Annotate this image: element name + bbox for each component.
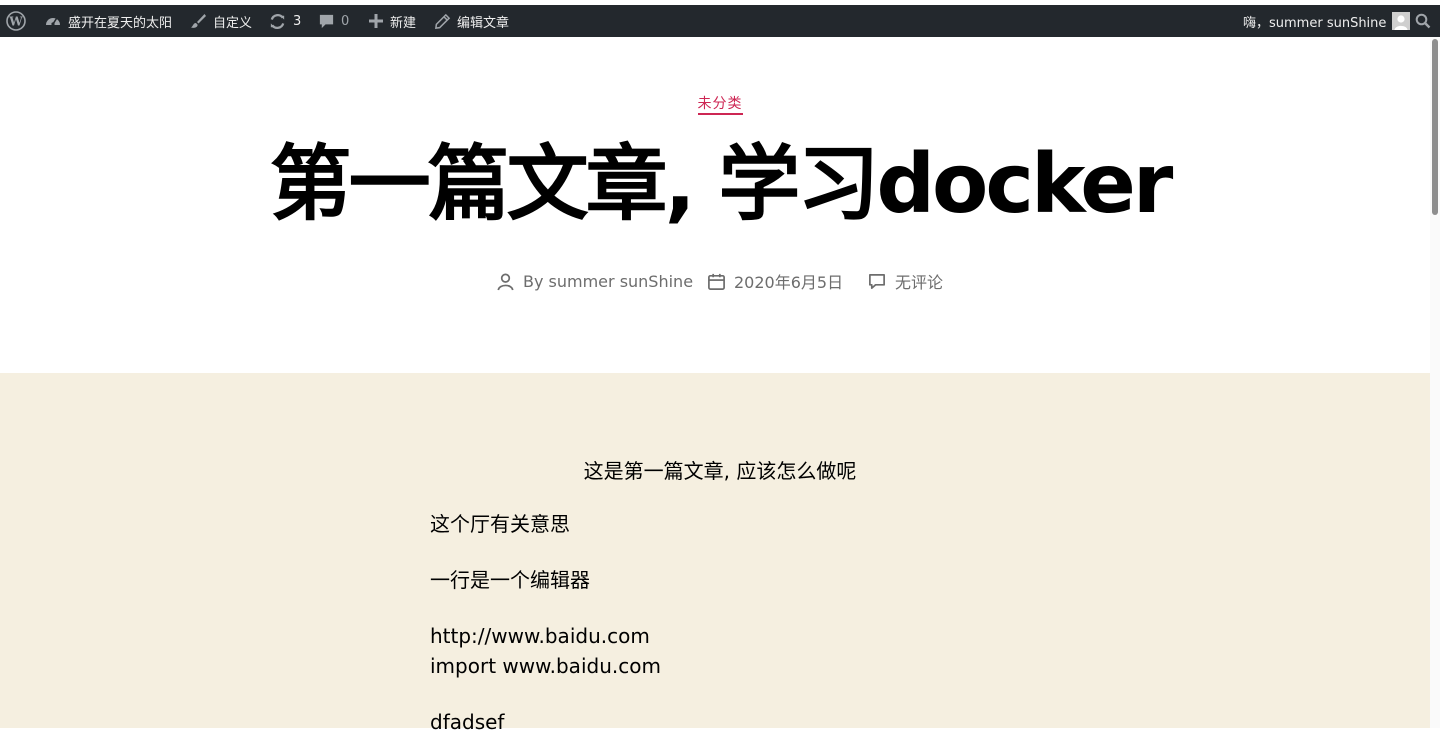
avatar [1392, 12, 1411, 30]
content-paragraph: 这个厅有关意思 [430, 512, 570, 536]
entry-content: 这是第一篇文章, 应该怎么做呢 这个厅有关意思 一行是一个编辑器 http://… [0, 373, 1438, 734]
comment-icon [318, 13, 335, 30]
category-link-wrap: 未分类 [0, 93, 1440, 115]
edit-post-label: 编辑文章 [457, 15, 510, 31]
plus-icon [368, 13, 384, 29]
post-author-link[interactable]: By summer sunShine [523, 272, 693, 291]
pencil-icon [434, 13, 451, 30]
customize-label: 自定义 [213, 15, 253, 31]
entry-header: 未分类 第一篇文章, 学习docker By summer sunShine 2… [0, 37, 1430, 373]
updates-link[interactable]: 3 [268, 5, 301, 37]
wordpress-icon: W [6, 11, 26, 31]
updates-count: 3 [293, 13, 302, 29]
search-button[interactable] [1415, 5, 1431, 37]
content-paragraph: http://www.baidu.com import www.baidu.co… [430, 621, 661, 681]
content-center-paragraph: 这是第一篇文章, 应该怎么做呢 [583, 459, 857, 483]
search-icon [1415, 13, 1431, 29]
comments-count: 0 [341, 13, 350, 29]
edit-post-link[interactable]: 编辑文章 [434, 5, 509, 37]
customize-link[interactable]: 自定义 [189, 5, 252, 37]
site-name-link[interactable]: 盛开在夏天的太阳 [44, 5, 172, 37]
category-link[interactable]: 未分类 [697, 96, 743, 115]
post-date-link[interactable]: 2020年6月5日 [734, 269, 843, 293]
post-date: 2020年6月5日 [707, 269, 843, 293]
brush-icon [189, 12, 207, 30]
content-import-line: import www.baidu.com [430, 654, 661, 678]
content-paragraph: 一行是一个编辑器 [430, 568, 590, 592]
dashboard-icon [44, 12, 62, 30]
site-name-label: 盛开在夏天的太阳 [68, 15, 173, 31]
wordpress-logo-button[interactable]: W [6, 5, 30, 37]
post-comments: 无评论 [867, 269, 943, 293]
admin-bar: W 盛开在夏天的太阳 自定义 3 0 新建 编辑文章 嗨，summer sunS… [0, 5, 1440, 37]
post-comments-link[interactable]: 无评论 [895, 269, 943, 293]
greeting-label: 嗨，summer sunShine [1243, 15, 1387, 31]
new-label: 新建 [390, 15, 417, 31]
content-link-line: http://www.baidu.com [430, 624, 650, 648]
comment-outline-icon [867, 272, 887, 291]
updates-icon [268, 12, 287, 31]
person-icon [496, 272, 515, 291]
calendar-icon [707, 272, 726, 291]
scrollbar-thumb[interactable] [1432, 39, 1438, 215]
comments-link[interactable]: 0 [318, 5, 349, 37]
content-paragraph: dfadsef [430, 710, 505, 734]
new-content-link[interactable]: 新建 [368, 5, 416, 37]
my-account-link[interactable]: 嗨，summer sunShine [1243, 5, 1411, 37]
post-title: 第一篇文章, 学习docker [269, 137, 1174, 232]
post-author: By summer sunShine [496, 269, 693, 293]
svg-text:W: W [8, 15, 23, 29]
